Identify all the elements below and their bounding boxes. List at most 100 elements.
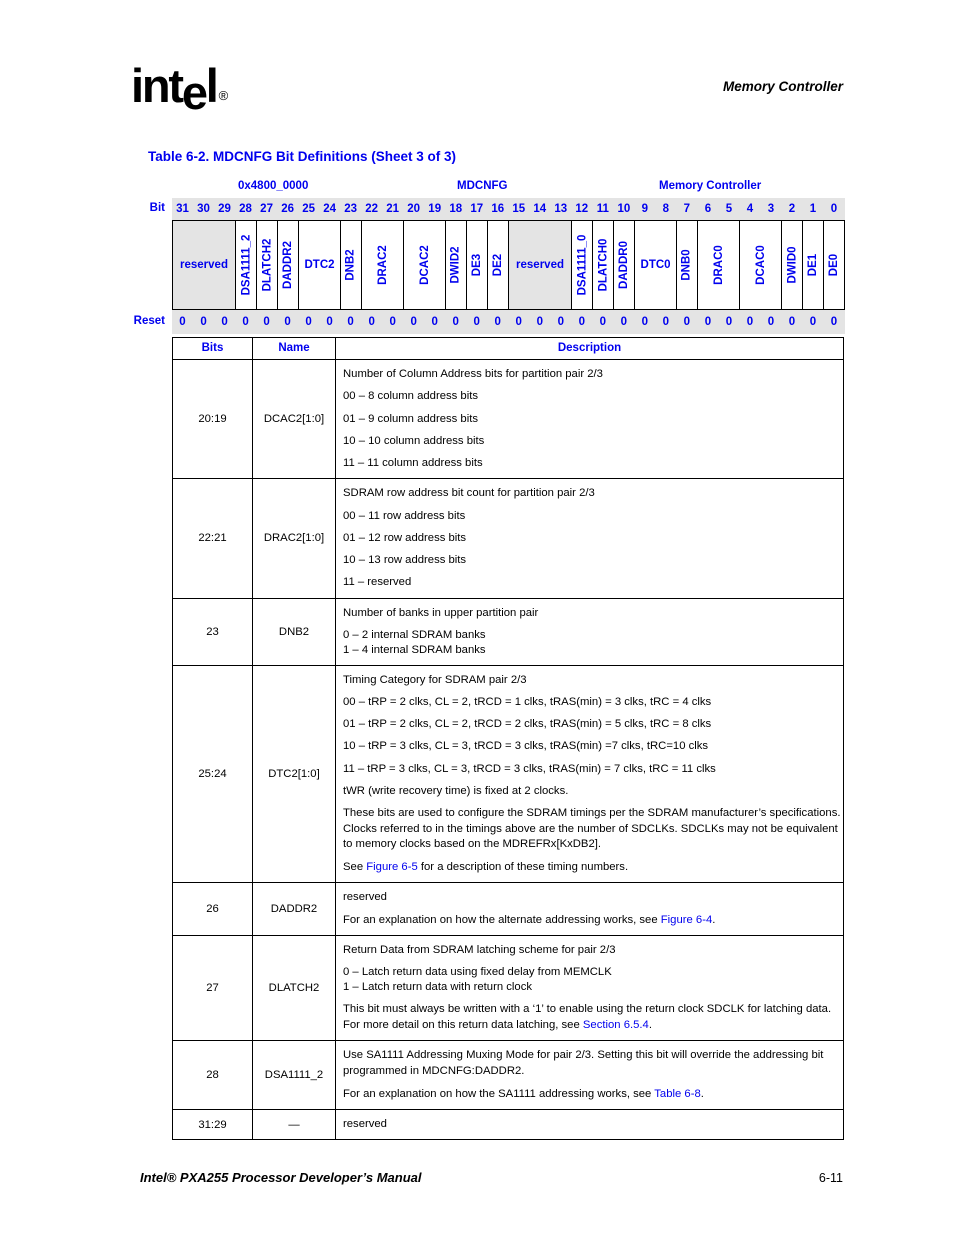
- column-header-description: Description: [335, 337, 844, 360]
- reset-bit-value: 0: [557, 316, 564, 328]
- cell-name: DADDR2: [252, 882, 336, 937]
- table-row: 28 DSA1111_2 Use SA1111 Addressing Muxing …: [172, 1040, 844, 1111]
- description-line: 01 – tRP = 2 clks, CL = 2, tRCD = 2 clks…: [343, 718, 712, 731]
- reset-bit-value: 0: [809, 316, 817, 328]
- cell-description: Number of banks in upper partition pair 0…: [335, 597, 844, 666]
- cross-reference-link[interactable]: Figure 6-5: [366, 861, 418, 873]
- description-line: 10 – 10 column address bits: [343, 434, 485, 447]
- bit-number: 7: [683, 203, 691, 215]
- description-line: SDRAM row address bit count for partitio…: [343, 487, 595, 500]
- cell-description: Timing Category for SDRAM pair 2/3 00 – t…: [335, 664, 844, 884]
- bit-number-row: Bit 31 30 29 28 27 26 25 24 23 22 21 20 19 18 17 16 15 14…: [150, 198, 845, 220]
- bit-number: 29: [218, 203, 231, 215]
- bit-number: 2: [788, 203, 796, 215]
- reset-bit-value: 0: [263, 316, 270, 328]
- bit-number: 9: [641, 203, 649, 215]
- reset-bit-value: 0: [221, 316, 228, 328]
- cell-description: SDRAM row address bit count for partitio…: [335, 478, 844, 599]
- bit-number: 23: [344, 203, 358, 215]
- bit-number: 27: [260, 203, 273, 215]
- reset-bit-value: 0: [179, 316, 186, 328]
- description-line: 00 – tRP = 2 clks, CL = 2, tRCD = 1 clks…: [343, 695, 712, 708]
- register-field-de3: DE3: [467, 221, 489, 309]
- table-row: 20:19 DCAC2[1:0] Number of Column Address …: [172, 358, 844, 480]
- description-line: 11 – 11 column address bits: [343, 457, 483, 469]
- bit-number: 17: [470, 203, 484, 215]
- reset-bit-value: 0: [767, 316, 775, 328]
- cell-description: Use SA1111 Addressing Muxing Mode for pa…: [335, 1040, 844, 1111]
- table-body: 20:19 DCAC2[1:0] Number of Column Address …: [172, 358, 844, 1141]
- field-label: DADDR0: [618, 241, 631, 289]
- bit-number: 14: [533, 203, 547, 215]
- register-field-de1: DE1: [803, 221, 825, 309]
- field-label: DSA1111_2: [240, 234, 253, 296]
- reset-bit-value: 0: [788, 316, 796, 328]
- description-line-group: 0 – 2 internal SDRAM banks 1 – 4 internal…: [343, 628, 843, 658]
- register-field-dsa1111_2: DSA1111_2: [236, 221, 258, 309]
- reset-bit-value: 0: [662, 316, 670, 328]
- table-header-row: Bits Name Description: [172, 337, 844, 360]
- cell-bits: 31:29: [172, 1109, 253, 1141]
- bit-number: 18: [449, 203, 463, 215]
- cell-name: —: [252, 1109, 336, 1141]
- bit-number: 0: [830, 203, 838, 215]
- description-line: Number of banks in upper partition pair: [343, 606, 539, 619]
- reset-bit-value: 0: [473, 316, 480, 328]
- field-label: DE0: [828, 253, 841, 277]
- cross-reference-link[interactable]: Table 6-8: [654, 1088, 700, 1100]
- description-line: Number of Column Address bits for partit…: [343, 368, 603, 380]
- reset-bit-value: 0: [599, 316, 607, 328]
- bit-number: 22: [365, 203, 379, 215]
- register-field-reserved: reserved: [509, 221, 573, 309]
- cell-bits: 22:21: [172, 478, 253, 599]
- description-line: 01 – 12 row address bits: [343, 531, 467, 544]
- bit-number: 16: [491, 203, 505, 215]
- register-field-dwid0: DWID0: [782, 221, 804, 309]
- bit-number: 28: [239, 203, 252, 215]
- cross-reference-link[interactable]: Figure 6-4: [661, 914, 713, 926]
- reset-bit-value: 0: [452, 316, 459, 328]
- field-label: DWID0: [786, 246, 799, 284]
- page-number: 6-11: [818, 1171, 843, 1185]
- bit-definitions-table: Bits Name Description 20:19 DCAC2[1:0] Num…: [172, 337, 844, 1141]
- register-field-dlatch2: DLATCH2: [257, 221, 279, 309]
- bit-number: 8: [662, 203, 670, 215]
- reset-bit-value: 0: [641, 316, 649, 328]
- cell-bits: 25:24: [172, 664, 253, 884]
- field-label: DWID2: [450, 246, 463, 284]
- cell-name: DCAC2[1:0]: [252, 358, 336, 480]
- reset-value-row: Reset 0 0 0 0 0 0 0 0 0 0 0 0 0 0 0 0 0 0 0 0 0 0 0 0 0 0 0 0 0 0 0 0: [134, 310, 845, 334]
- reset-bit-value: 0: [431, 316, 438, 328]
- register-bit-diagram: 0x4800_0000 MDCNFG Memory Controller Bit…: [134, 180, 846, 334]
- field-label: DADDR2: [282, 241, 295, 289]
- bit-number: 25: [302, 203, 315, 215]
- cell-description: reserved: [335, 1109, 844, 1141]
- description-paragraph: Use SA1111 Addressing Muxing Mode for pa…: [343, 1049, 824, 1077]
- field-label: reserved: [180, 259, 228, 271]
- table-row: 23 DNB2 Number of banks in upper partition…: [172, 597, 844, 666]
- bit-number: 21: [386, 203, 400, 215]
- description-paragraph: For an explanation on how the alternate …: [343, 913, 716, 926]
- register-banner: 0x4800_0000 MDCNFG Memory Controller: [172, 180, 845, 198]
- cell-bits: 23: [172, 597, 253, 666]
- field-label: DCAC2: [418, 245, 431, 285]
- bit-number: 26: [281, 203, 294, 215]
- description-paragraph: This bit must always be written with a ‘…: [343, 1003, 832, 1031]
- description-line: 01 – 9 column address bits: [343, 412, 479, 425]
- register-field-dtc0: DTC0: [635, 221, 678, 309]
- field-label: DRAC0: [712, 245, 725, 285]
- table-caption: Table 6-2. MDCNFG Bit Definitions (Sheet…: [148, 149, 457, 164]
- description-line: Return Data from SDRAM latching scheme f…: [343, 944, 616, 957]
- reset-bit-value: 0: [368, 316, 375, 328]
- reset-bit-value: 0: [347, 316, 354, 328]
- reset-bit-value: 0: [326, 316, 333, 328]
- table-row: 31:29— reserved: [172, 1109, 844, 1141]
- bit-number: 4: [746, 203, 754, 215]
- bit-number: 1: [809, 203, 817, 215]
- bit-number: 6: [704, 203, 712, 215]
- reset-bit-value: 0: [704, 316, 712, 328]
- column-header-name: Name: [252, 337, 336, 360]
- cross-reference-link[interactable]: Section 6.5.4: [583, 1019, 649, 1031]
- bit-number: 13: [554, 203, 568, 215]
- description-line-group: 0 – Latch return data using fixed delay …: [343, 965, 843, 995]
